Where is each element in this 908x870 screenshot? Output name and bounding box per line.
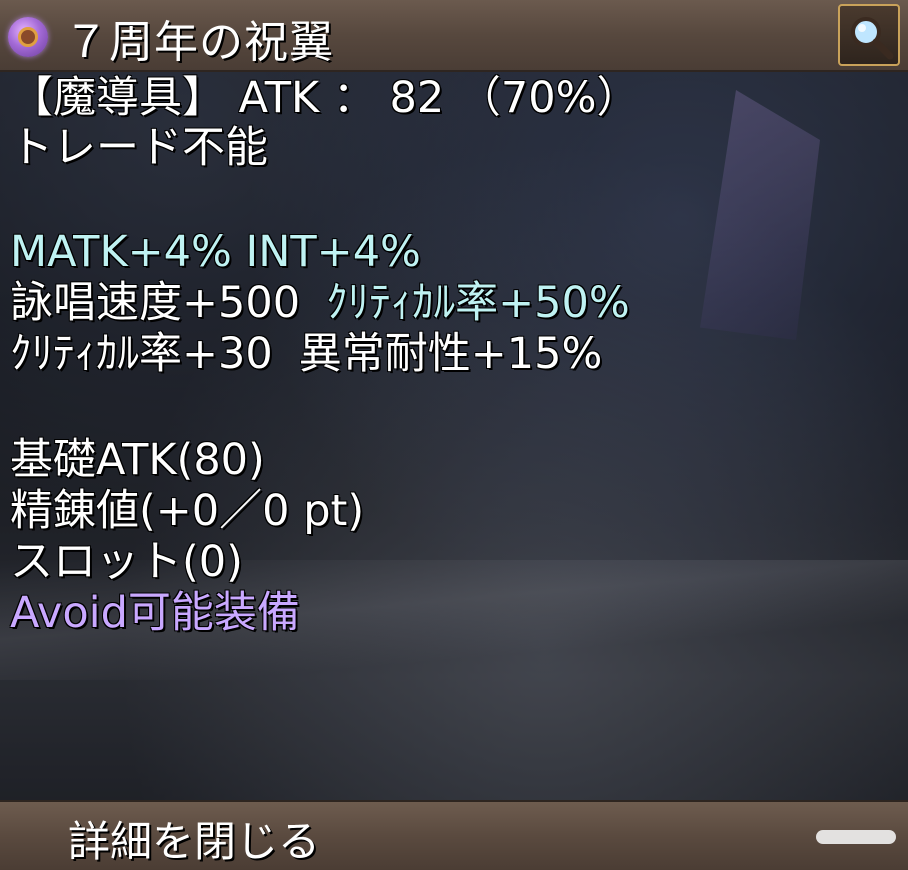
item-name: ７周年の祝翼 <box>64 17 334 68</box>
footer-bar: 詳細を閉じる <box>0 800 908 870</box>
scroll-handle[interactable] <box>816 830 896 844</box>
status-resist-bonus: 異常耐性+15% <box>298 329 603 379</box>
item-title-bar: ７周年の祝翼 <box>0 0 908 72</box>
crit-bonus: ｸﾘﾃｨｶﾙ率+30 <box>10 329 273 379</box>
cast-speed-bonus: 詠唱速度+500 <box>10 278 301 328</box>
slot-count: スロット(0) <box>10 537 243 587</box>
zoom-button[interactable] <box>838 4 900 66</box>
base-atk: 基礎ATK(80) <box>10 435 265 485</box>
crit-rate-bonus: ｸﾘﾃｨｶﾙ率+50% <box>326 278 630 328</box>
magic-ring-icon <box>8 17 48 57</box>
bonus-line-2: 詠唱速度+500 ｸﾘﾃｨｶﾙ率+50% <box>10 277 630 329</box>
avoid-equip-note: Avoid可能装備 <box>10 588 300 638</box>
close-details-button[interactable]: 詳細を閉じる <box>68 808 320 869</box>
item-type-line: 【魔導具】 ATK ： 82 （70%） <box>10 73 640 123</box>
refine-value: 精錬値(+0／0 pt) <box>10 486 365 536</box>
magnifier-icon <box>851 17 894 60</box>
bonus-line-3: ｸﾘﾃｨｶﾙ率+30 異常耐性+15% <box>10 328 602 380</box>
bonus-line-1: MATK+4% INT+4% <box>10 227 421 277</box>
trade-restriction: トレード不能 <box>10 123 268 173</box>
